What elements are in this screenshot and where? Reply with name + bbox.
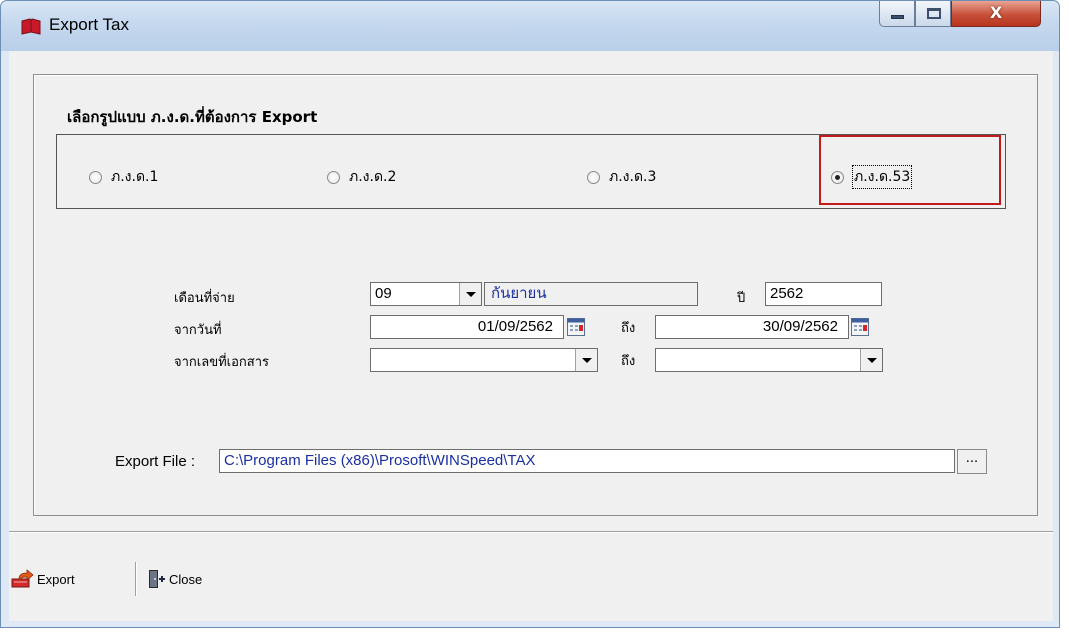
- to-date-label: ถึง: [621, 321, 636, 336]
- from-date-label: จากวันที่: [174, 323, 222, 338]
- toolbar-divider: [135, 562, 137, 596]
- toolbar-separator-line: [9, 531, 1053, 533]
- export-file-label: Export File :: [115, 453, 196, 470]
- red-book-icon: [21, 18, 41, 35]
- title-bar[interactable]: Export Tax X: [1, 1, 1059, 51]
- chevron-down-icon: [465, 291, 476, 297]
- document-range-label: จากเลขที่เอกสาร: [174, 355, 269, 370]
- document-from-dropdown-button[interactable]: [575, 349, 597, 371]
- export-file-path-input[interactable]: C:\Program Files (x86)\Prosoft\WINSpeed\…: [219, 449, 955, 473]
- radio-circle[interactable]: [89, 170, 102, 184]
- month-select[interactable]: 09: [370, 282, 482, 306]
- maximize-button[interactable]: [915, 1, 951, 27]
- year-input[interactable]: 2562: [765, 282, 882, 306]
- month-dropdown-button[interactable]: [459, 283, 481, 305]
- calendar-icon[interactable]: [851, 318, 869, 336]
- window-title: Export Tax: [49, 15, 130, 34]
- month-name-field: กันยายน: [484, 282, 698, 306]
- maximize-icon: [927, 8, 941, 19]
- export-button-label: Export: [37, 571, 75, 587]
- close-button-label: Close: [169, 571, 203, 587]
- export-tax-window: Export Tax X เลือกรูปแบบ ภ.ง.ด.ที่ต้องกา…: [0, 0, 1060, 628]
- calendar-icon[interactable]: [567, 318, 585, 336]
- minimize-icon: [891, 15, 904, 19]
- close-window-button[interactable]: X: [951, 1, 1041, 27]
- year-label: ปี: [737, 291, 746, 306]
- chevron-down-icon: [581, 357, 592, 363]
- from-date-input[interactable]: 01/09/2562: [370, 315, 564, 339]
- radio-circle[interactable]: [587, 170, 600, 184]
- radio-pnd1[interactable]: ภ.ง.ด.1: [89, 166, 158, 188]
- radio-pnd2[interactable]: ภ.ง.ด.2: [327, 166, 396, 188]
- document-to-label: ถึง: [621, 354, 636, 369]
- door-exit-icon: [149, 570, 165, 588]
- export-icon: [11, 569, 34, 588]
- radio-pnd3-label: ภ.ง.ด.3: [609, 169, 657, 185]
- export-button[interactable]: Export: [11, 569, 75, 589]
- radio-pnd2-label: ภ.ง.ด.2: [349, 169, 397, 185]
- radio-circle[interactable]: [327, 170, 340, 184]
- chevron-down-icon: [866, 357, 877, 363]
- minimize-button[interactable]: [879, 1, 915, 27]
- month-value: 09: [375, 285, 392, 302]
- document-to-select[interactable]: [655, 348, 883, 372]
- window-client-area: เลือกรูปแบบ ภ.ง.ด.ที่ต้องการ Export ภ.ง.…: [9, 51, 1053, 621]
- to-date-input[interactable]: 30/09/2562: [655, 315, 849, 339]
- section-title: เลือกรูปแบบ ภ.ง.ด.ที่ต้องการ Export: [67, 108, 318, 126]
- browse-button[interactable]: ...: [957, 449, 987, 474]
- radio-pnd3[interactable]: ภ.ง.ด.3: [587, 166, 656, 188]
- month-label: เดือนที่จ่าย: [174, 291, 235, 306]
- selection-highlight-box: [819, 135, 1001, 205]
- radio-pnd1-label: ภ.ง.ด.1: [111, 169, 159, 185]
- close-icon: X: [989, 3, 1003, 22]
- document-from-select[interactable]: [370, 348, 598, 372]
- document-to-dropdown-button[interactable]: [860, 349, 882, 371]
- close-button[interactable]: Close: [147, 569, 202, 589]
